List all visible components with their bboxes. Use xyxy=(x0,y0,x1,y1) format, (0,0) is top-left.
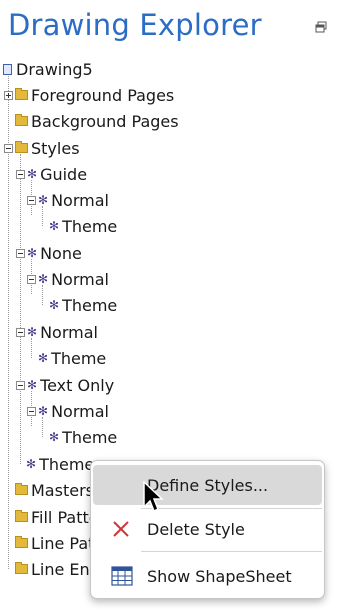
style-icon: ✻ xyxy=(49,298,60,312)
tree-item-style-theme[interactable]: ✻ Theme xyxy=(48,215,117,237)
tree-item-style-normal[interactable]: ✻ Normal xyxy=(27,400,109,422)
folder-icon xyxy=(15,141,28,153)
tree-item-masters[interactable]: Masters xyxy=(14,479,94,501)
tree-item-foreground-pages[interactable]: Foreground Pages xyxy=(4,84,174,106)
style-icon: ✻ xyxy=(27,246,38,260)
tree-item-style-normal[interactable]: ✻ Normal xyxy=(16,321,98,343)
tree-item-line-ends[interactable]: Line End xyxy=(14,558,100,580)
tree-item-style-normal[interactable]: ✻ Normal xyxy=(27,268,109,290)
style-icon: ✻ xyxy=(27,167,38,181)
folder-icon xyxy=(15,536,28,548)
document-icon xyxy=(3,63,12,75)
tree-item-style-theme[interactable]: ✻ Theme xyxy=(37,347,106,369)
collapse-icon[interactable] xyxy=(16,169,25,179)
tree-item-style-none[interactable]: ✻ None xyxy=(16,242,82,264)
show-shapesheet-menu-item[interactable]: Show ShapeSheet xyxy=(93,556,322,596)
folder-icon xyxy=(15,510,28,522)
style-icon: ✻ xyxy=(27,325,38,339)
style-icon: ✻ xyxy=(49,430,60,444)
tree-item-styles[interactable]: Styles xyxy=(4,137,80,159)
delete-x-icon xyxy=(113,521,129,537)
collapse-icon[interactable] xyxy=(4,143,13,153)
style-icon: ✻ xyxy=(38,193,49,207)
collapse-icon[interactable] xyxy=(27,406,36,416)
menu-divider xyxy=(141,551,322,552)
folder-icon xyxy=(15,88,28,100)
style-icon: ✻ xyxy=(38,404,49,418)
tree-connector xyxy=(20,154,21,464)
collapse-icon[interactable] xyxy=(16,380,25,390)
tree-item-fill-patterns[interactable]: Fill Patte xyxy=(14,506,99,528)
tree-item-style-normal[interactable]: ✻ Normal xyxy=(27,189,109,211)
style-icon: ✻ xyxy=(38,351,49,365)
expand-icon[interactable] xyxy=(4,90,13,100)
folder-icon xyxy=(15,562,28,574)
tree-item-style-theme[interactable]: ✻ Theme xyxy=(25,453,94,475)
collapse-icon[interactable] xyxy=(16,248,25,258)
folder-icon xyxy=(15,483,28,495)
tree-item-line-patterns[interactable]: Line Pat xyxy=(14,532,94,554)
style-icon: ✻ xyxy=(27,378,38,392)
context-menu: Define Styles... Delete Style Show Shape… xyxy=(90,460,325,599)
collapse-icon[interactable] xyxy=(27,195,36,205)
style-icon: ✻ xyxy=(26,457,37,471)
style-icon: ✻ xyxy=(49,219,60,233)
delete-style-menu-item[interactable]: Delete Style xyxy=(93,509,322,549)
tree-item-style-theme[interactable]: ✻ Theme xyxy=(48,426,117,448)
mouse-cursor-icon xyxy=(143,481,164,513)
tree-item-drawing[interactable]: Drawing5 xyxy=(3,58,93,80)
tree-item-background-pages[interactable]: Background Pages xyxy=(14,110,179,132)
folder-icon xyxy=(15,114,28,126)
collapse-icon[interactable] xyxy=(27,274,36,284)
tree-item-style-text-only[interactable]: ✻ Text Only xyxy=(16,374,114,396)
tree-item-style-guide[interactable]: ✻ Guide xyxy=(16,163,87,185)
tree-item-style-theme[interactable]: ✻ Theme xyxy=(48,294,117,316)
shapesheet-icon xyxy=(111,566,133,586)
define-styles-menu-item[interactable]: Define Styles... xyxy=(93,465,322,505)
style-icon: ✻ xyxy=(38,272,49,286)
collapse-icon[interactable] xyxy=(16,327,25,337)
